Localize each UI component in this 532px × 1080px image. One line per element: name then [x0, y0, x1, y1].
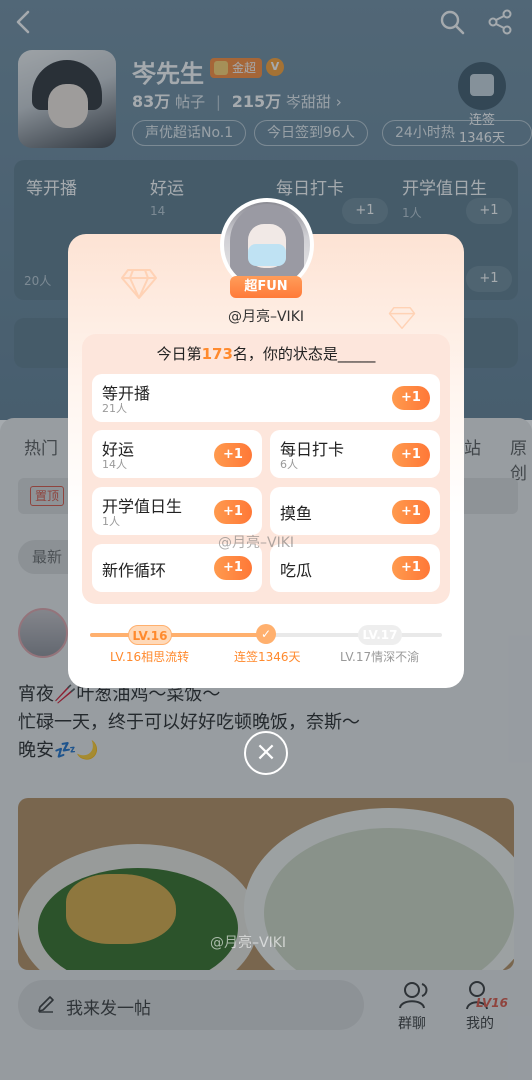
question-prefix: 今日第: [156, 345, 202, 363]
level-progress-fill: [90, 633, 266, 637]
option-count: 14人: [102, 458, 127, 471]
super-fun-badge: 超FUN: [230, 276, 302, 298]
streak-label: 连签1346天: [234, 650, 301, 664]
option-plus-button[interactable]: +1: [214, 500, 252, 524]
option-title: 新作循环: [102, 561, 167, 580]
current-level-desc: LV.16相思流转: [110, 650, 190, 664]
option-plus-button[interactable]: +1: [214, 556, 252, 580]
avatar-mask: [248, 244, 286, 266]
daily-rank: 173: [201, 345, 233, 363]
option-title: 吃瓜: [280, 561, 313, 580]
option-title: 摸鱼: [280, 504, 313, 523]
option-count: 1人: [102, 515, 120, 528]
option-plus-button[interactable]: +1: [392, 556, 430, 580]
check-icon: ✓: [256, 624, 276, 644]
watermark: @月亮–VIKI: [218, 535, 295, 551]
option-count: 6人: [280, 458, 298, 471]
diamond-icon: [121, 269, 157, 299]
popup-username: @月亮–VIKI: [227, 309, 304, 325]
option-plus-button[interactable]: +1: [392, 443, 430, 467]
option-plus-button[interactable]: +1: [214, 443, 252, 467]
current-level-pill: LV.16: [128, 625, 172, 645]
close-popup-button[interactable]: ×: [244, 731, 288, 775]
question-suffix: 名，你的状态是_____: [232, 345, 376, 363]
status-question: 今日第173名，你的状态是_____: [82, 343, 450, 364]
option-plus-button[interactable]: +1: [392, 500, 430, 524]
next-level-desc: LV.17情深不渝: [340, 650, 420, 664]
next-level-pill: LV.17: [358, 625, 402, 645]
watermark: @月亮–VIKI: [210, 935, 287, 951]
option-plus-button[interactable]: +1: [392, 386, 430, 410]
option-count: 21人: [102, 402, 127, 415]
